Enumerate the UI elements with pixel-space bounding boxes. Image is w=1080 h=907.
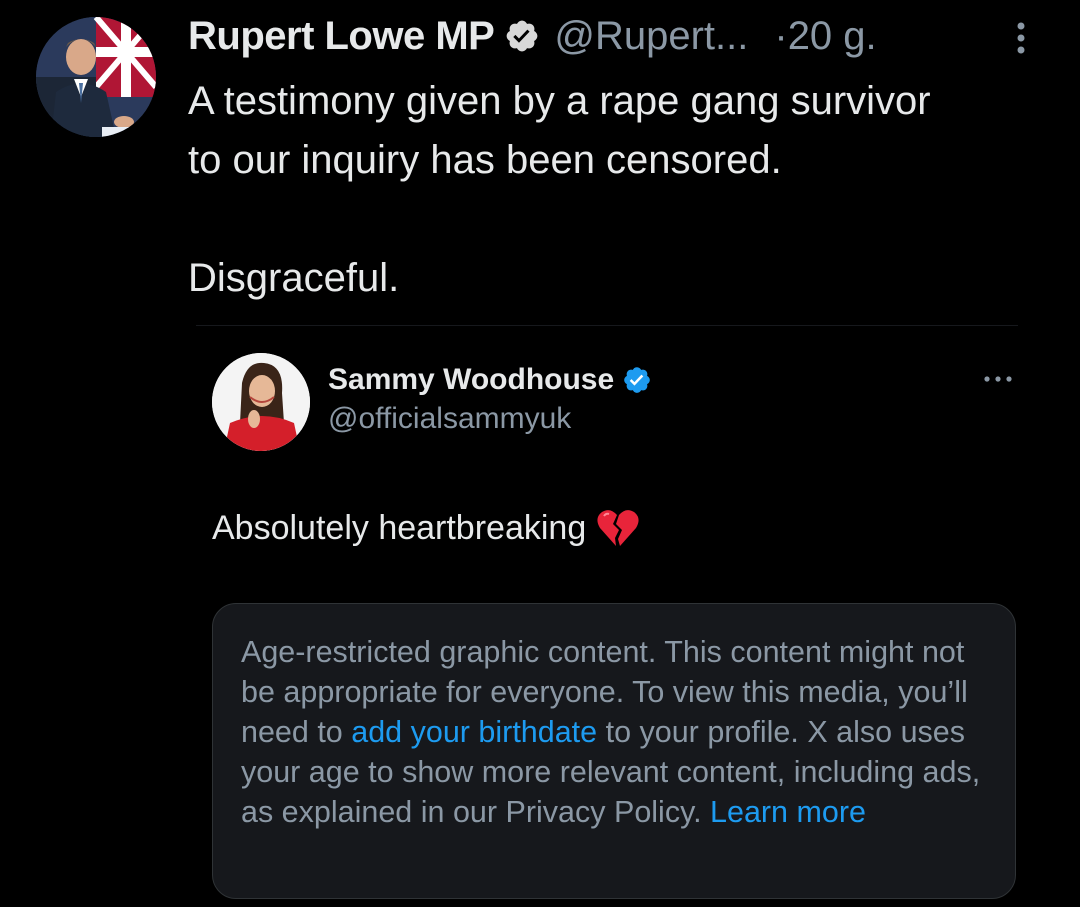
divider [196, 325, 1018, 326]
age-restricted-media-notice: Age-restricted graphic content. This con… [212, 603, 1016, 899]
quote-text-body: Absolutely heartbreaking [212, 508, 587, 547]
post-timestamp[interactable]: ·20 g. [774, 14, 876, 59]
post-header: Rupert Lowe MP @Rupert... ·20 g. [188, 12, 877, 60]
quote-author-display-name[interactable]: Sammy Woodhouse [328, 363, 614, 397]
more-vertical-icon[interactable] [1008, 18, 1034, 58]
author-display-name[interactable]: Rupert Lowe MP [188, 14, 495, 59]
post-text: A testimony given by a rape gang survivo… [188, 79, 931, 300]
add-birthdate-link[interactable]: add your birthdate [351, 715, 597, 749]
quote-author-handle[interactable]: @officialsammyuk [328, 402, 571, 436]
author-handle[interactable]: @Rupert... [554, 14, 748, 59]
tweet: Rupert Lowe MP @Rupert... ·20 g. A testi… [0, 0, 1080, 907]
time-separator: · [774, 13, 788, 58]
sammy-woodhouse-avatar[interactable] [212, 353, 310, 451]
time-value: 20 g. [787, 13, 877, 58]
broken-heart-icon [596, 506, 640, 550]
quote-header: Sammy Woodhouse [328, 360, 652, 400]
learn-more-link[interactable]: Learn more [710, 795, 866, 829]
more-horizontal-icon[interactable] [982, 372, 1014, 386]
quote-text: Absolutely heartbreaking [212, 506, 640, 550]
verified-badge-icon[interactable] [504, 18, 540, 54]
verified-badge-icon[interactable] [622, 365, 652, 395]
rupert-lowe-avatar[interactable] [36, 17, 156, 137]
age-restricted-text: Age-restricted graphic content. This con… [241, 632, 987, 832]
